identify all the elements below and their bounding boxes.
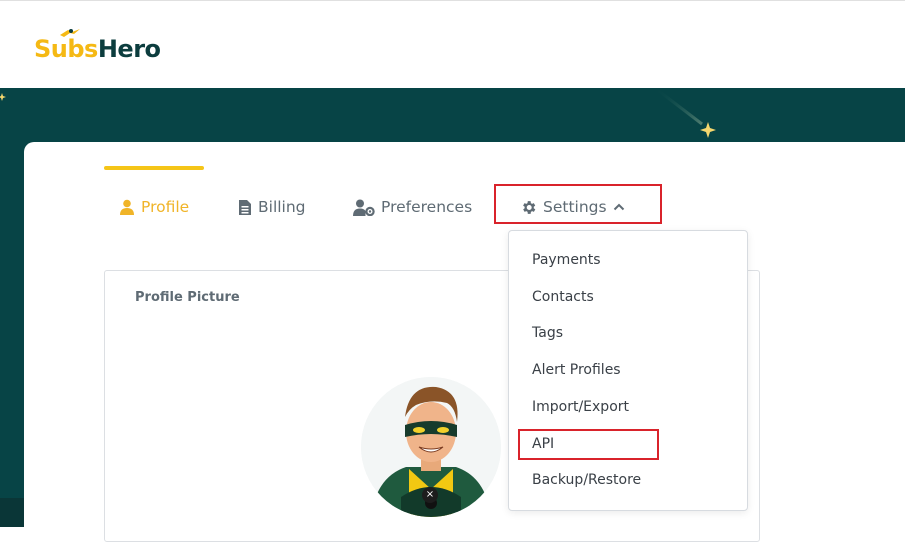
header: SubsHero [0,1,905,88]
app-logo[interactable]: SubsHero [34,35,161,63]
menu-item-alert-profiles[interactable]: Alert Profiles [532,362,621,378]
menu-item-payments[interactable]: Payments [532,252,601,268]
tab-billing[interactable]: Billing [238,196,306,218]
menu-item-backup-restore[interactable]: Backup/Restore [532,472,641,488]
menu-item-import-export[interactable]: Import/Export [532,399,629,415]
menu-item-tags[interactable]: Tags [532,325,563,341]
tab-profile[interactable]: Profile [119,196,189,218]
settings-highlight-box [494,184,662,224]
api-highlight-box [518,429,659,460]
document-icon [239,199,251,215]
tab-preferences-label: Preferences [381,198,473,216]
menu-item-contacts[interactable]: Contacts [532,289,594,305]
tab-profile-label: Profile [141,198,190,216]
remove-avatar-button[interactable]: × [422,487,438,503]
active-tab-indicator [104,166,204,170]
user-cog-icon [353,199,375,216]
logo-subs: Subs [34,35,98,63]
tab-billing-label: Billing [258,198,306,216]
logo-hero: Hero [97,35,161,63]
user-icon [120,199,134,215]
profile-picture-title: Profile Picture [135,290,240,305]
banner-edge [0,498,24,527]
tab-preferences[interactable]: Preferences [353,196,472,218]
